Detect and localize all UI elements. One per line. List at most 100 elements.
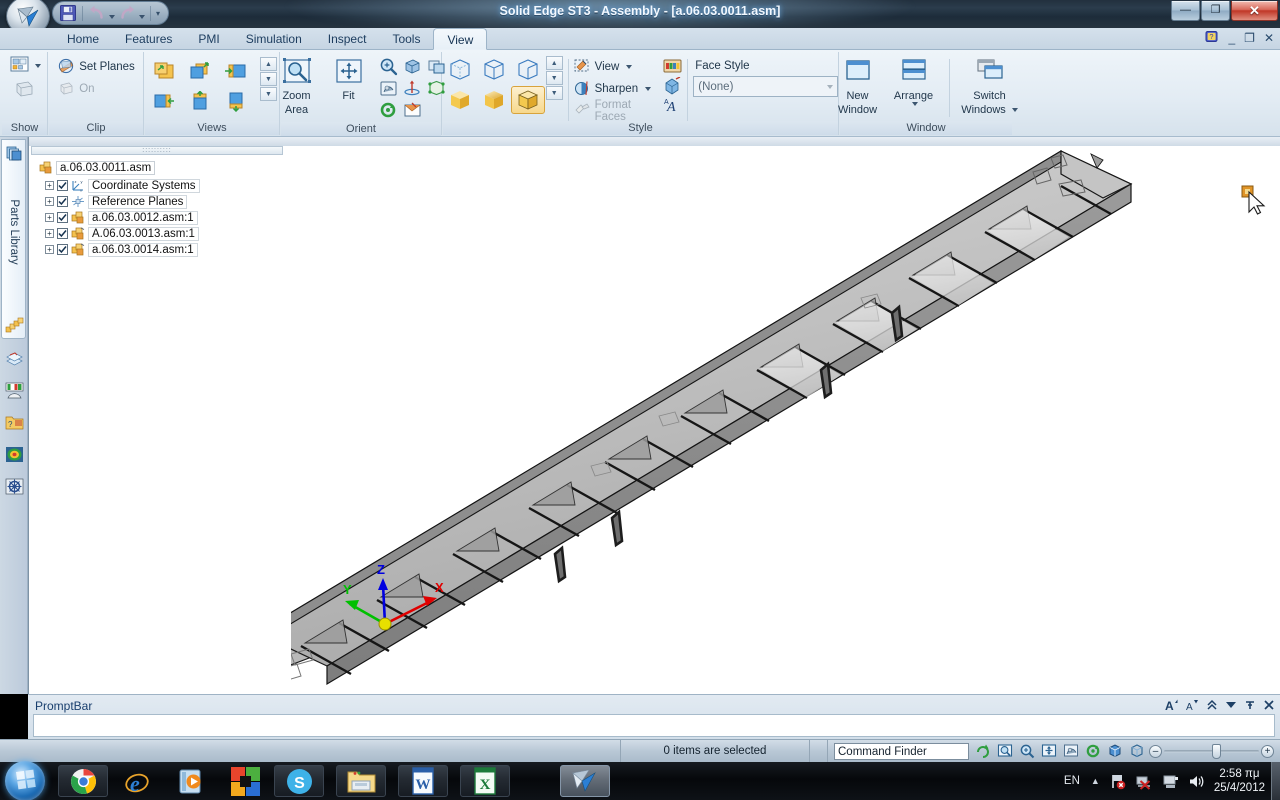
visibility-checkbox[interactable]: [57, 180, 68, 191]
fit-icon[interactable]: [997, 743, 1013, 759]
style-cube-gallery[interactable]: [443, 56, 545, 114]
arrange-caret-icon[interactable]: [912, 102, 918, 106]
volume-icon[interactable]: [1188, 773, 1205, 790]
part-painter-icon[interactable]: [663, 76, 682, 95]
close-icon[interactable]: [1263, 699, 1275, 713]
rotate-view-icon[interactable]: [402, 57, 423, 76]
parts-library-tab[interactable]: Parts Library: [1, 139, 26, 339]
clock[interactable]: 2:58 πμ 25/4/2012: [1214, 767, 1265, 795]
save-icon[interactable]: [59, 4, 77, 22]
view-style-4[interactable]: [147, 87, 181, 115]
expand-icon[interactable]: +: [45, 197, 54, 206]
view-style-button[interactable]: View: [574, 56, 652, 77]
taskbar-skype[interactable]: S: [274, 765, 324, 797]
application-button[interactable]: [6, 0, 50, 28]
tab-tools[interactable]: Tools: [379, 28, 433, 50]
customize-qat-icon[interactable]: ▾: [156, 9, 160, 18]
style-scroll-controls[interactable]: ▲ ▼ ▼: [545, 56, 563, 100]
tree-row-root[interactable]: a.06.03.0011.asm: [39, 160, 156, 175]
pan-icon[interactable]: [378, 79, 399, 98]
show-desktop-button[interactable]: [1271, 762, 1280, 800]
sharpen-button[interactable]: Sharpen: [574, 78, 652, 99]
format-faces-button[interactable]: Format Faces: [574, 99, 652, 123]
new-window-button[interactable]: New Window: [832, 56, 884, 116]
flash-drive-icon[interactable]: [1162, 773, 1179, 790]
zoom-icon[interactable]: [1041, 743, 1057, 759]
visibility-checkbox[interactable]: [57, 212, 68, 223]
minimize-button[interactable]: —: [1171, 1, 1200, 21]
tree-label[interactable]: A.06.03.0013.asm:1: [88, 226, 199, 241]
face-style-combo[interactable]: (None): [693, 76, 839, 97]
common-views-icon[interactable]: [1107, 743, 1123, 759]
switch-windows-button[interactable]: Switch Windows: [959, 56, 1021, 116]
tab-simulation[interactable]: Simulation: [233, 28, 315, 50]
zoom-slider-track[interactable]: [1164, 743, 1259, 759]
taskbar-colored-squares-app[interactable]: [220, 765, 270, 797]
shaded-icon[interactable]: [443, 86, 477, 114]
spin-about-icon[interactable]: [402, 79, 423, 98]
wireframe-icon[interactable]: [443, 56, 477, 84]
view-style-6[interactable]: [219, 87, 253, 115]
network-icon[interactable]: [1136, 773, 1153, 790]
taskbar-microsoft-word[interactable]: W: [398, 765, 448, 797]
shaded-smooth-icon[interactable]: [477, 86, 511, 114]
layers-icon[interactable]: [5, 349, 24, 368]
start-orb-button[interactable]: [5, 761, 45, 800]
view-style-5[interactable]: [183, 87, 217, 115]
zoom-area-icon[interactable]: [1019, 743, 1035, 759]
quick-access-toolbar[interactable]: ▾: [52, 1, 170, 25]
zoom-slider[interactable]: – +: [1149, 743, 1274, 759]
close-button[interactable]: ✕: [1231, 1, 1278, 21]
spin-icon[interactable]: [1085, 743, 1101, 759]
settings-gear-icon[interactable]: [5, 477, 24, 496]
arrange-button[interactable]: Arrange: [888, 56, 940, 106]
tree-row-reference-planes[interactable]: + Reference Planes: [45, 194, 188, 209]
zoom-out-button[interactable]: –: [1149, 744, 1162, 758]
sensors-icon[interactable]: [5, 381, 24, 400]
view-style-2[interactable]: [183, 57, 217, 85]
undo-dropdown-icon[interactable]: [109, 15, 115, 19]
increase-font-icon[interactable]: A: [1165, 698, 1179, 713]
tree-label[interactable]: a.06.03.0012.asm:1: [88, 210, 198, 225]
hidden-edges-icon[interactable]: [477, 56, 511, 84]
tab-home[interactable]: Home: [54, 28, 112, 50]
collapse-icon[interactable]: [1206, 699, 1218, 713]
refresh-icon[interactable]: [975, 743, 991, 759]
pathfinder-grip[interactable]: ::::::::::: [31, 146, 283, 155]
tree-row-a0012[interactable]: + a.06.03.0012.asm:1: [45, 210, 198, 225]
visibility-checkbox[interactable]: [57, 196, 68, 207]
tree-row-a0014[interactable]: + a.06.03.0014.asm:1: [45, 242, 198, 257]
zoom-in-button[interactable]: +: [1261, 744, 1274, 758]
taskbar-solid-edge[interactable]: [560, 765, 610, 797]
taskbar-google-chrome[interactable]: [58, 765, 108, 797]
decrease-font-icon[interactable]: A: [1186, 698, 1199, 713]
expand-icon[interactable]: +: [45, 181, 54, 190]
named-views-icon[interactable]: [402, 101, 423, 120]
dropdown-icon[interactable]: [1225, 699, 1237, 713]
view-style-3[interactable]: [219, 57, 253, 85]
command-finder-input[interactable]: Command Finder: [834, 742, 969, 760]
visible-edges-icon[interactable]: [511, 56, 545, 84]
rotate-icon[interactable]: [1129, 743, 1145, 759]
tree-row-a0013[interactable]: + A.06.03.0013.asm:1: [45, 226, 199, 241]
graphics-viewport[interactable]: X Y Z: [291, 146, 1279, 692]
tab-features[interactable]: Features: [112, 28, 185, 50]
text-style-icon[interactable]: AA: [663, 97, 682, 115]
assembly-features-icon[interactable]: [5, 317, 24, 336]
taskbar-windows-media-player[interactable]: [166, 765, 216, 797]
zoom-slider-thumb[interactable]: [1212, 743, 1221, 759]
thermal-map-icon[interactable]: [5, 445, 24, 464]
expand-icon[interactable]: +: [45, 245, 54, 254]
pan-icon[interactable]: [1063, 743, 1079, 759]
zoom-area-button[interactable]: Zoom Area: [274, 56, 320, 116]
undo-icon[interactable]: [88, 4, 106, 22]
color-manager-icon[interactable]: [663, 57, 682, 75]
style-more-button[interactable]: ▼: [545, 86, 563, 100]
help-icon[interactable]: ?: [1205, 30, 1219, 46]
tree-label[interactable]: Reference Planes: [88, 194, 188, 209]
show-dropdown-button[interactable]: [8, 55, 41, 77]
tab-pmi[interactable]: PMI: [185, 28, 232, 50]
clip-on-button[interactable]: On: [58, 78, 95, 99]
shaded-with-edges-icon[interactable]: [510, 86, 545, 114]
maximize-button[interactable]: ❐: [1201, 1, 1230, 21]
